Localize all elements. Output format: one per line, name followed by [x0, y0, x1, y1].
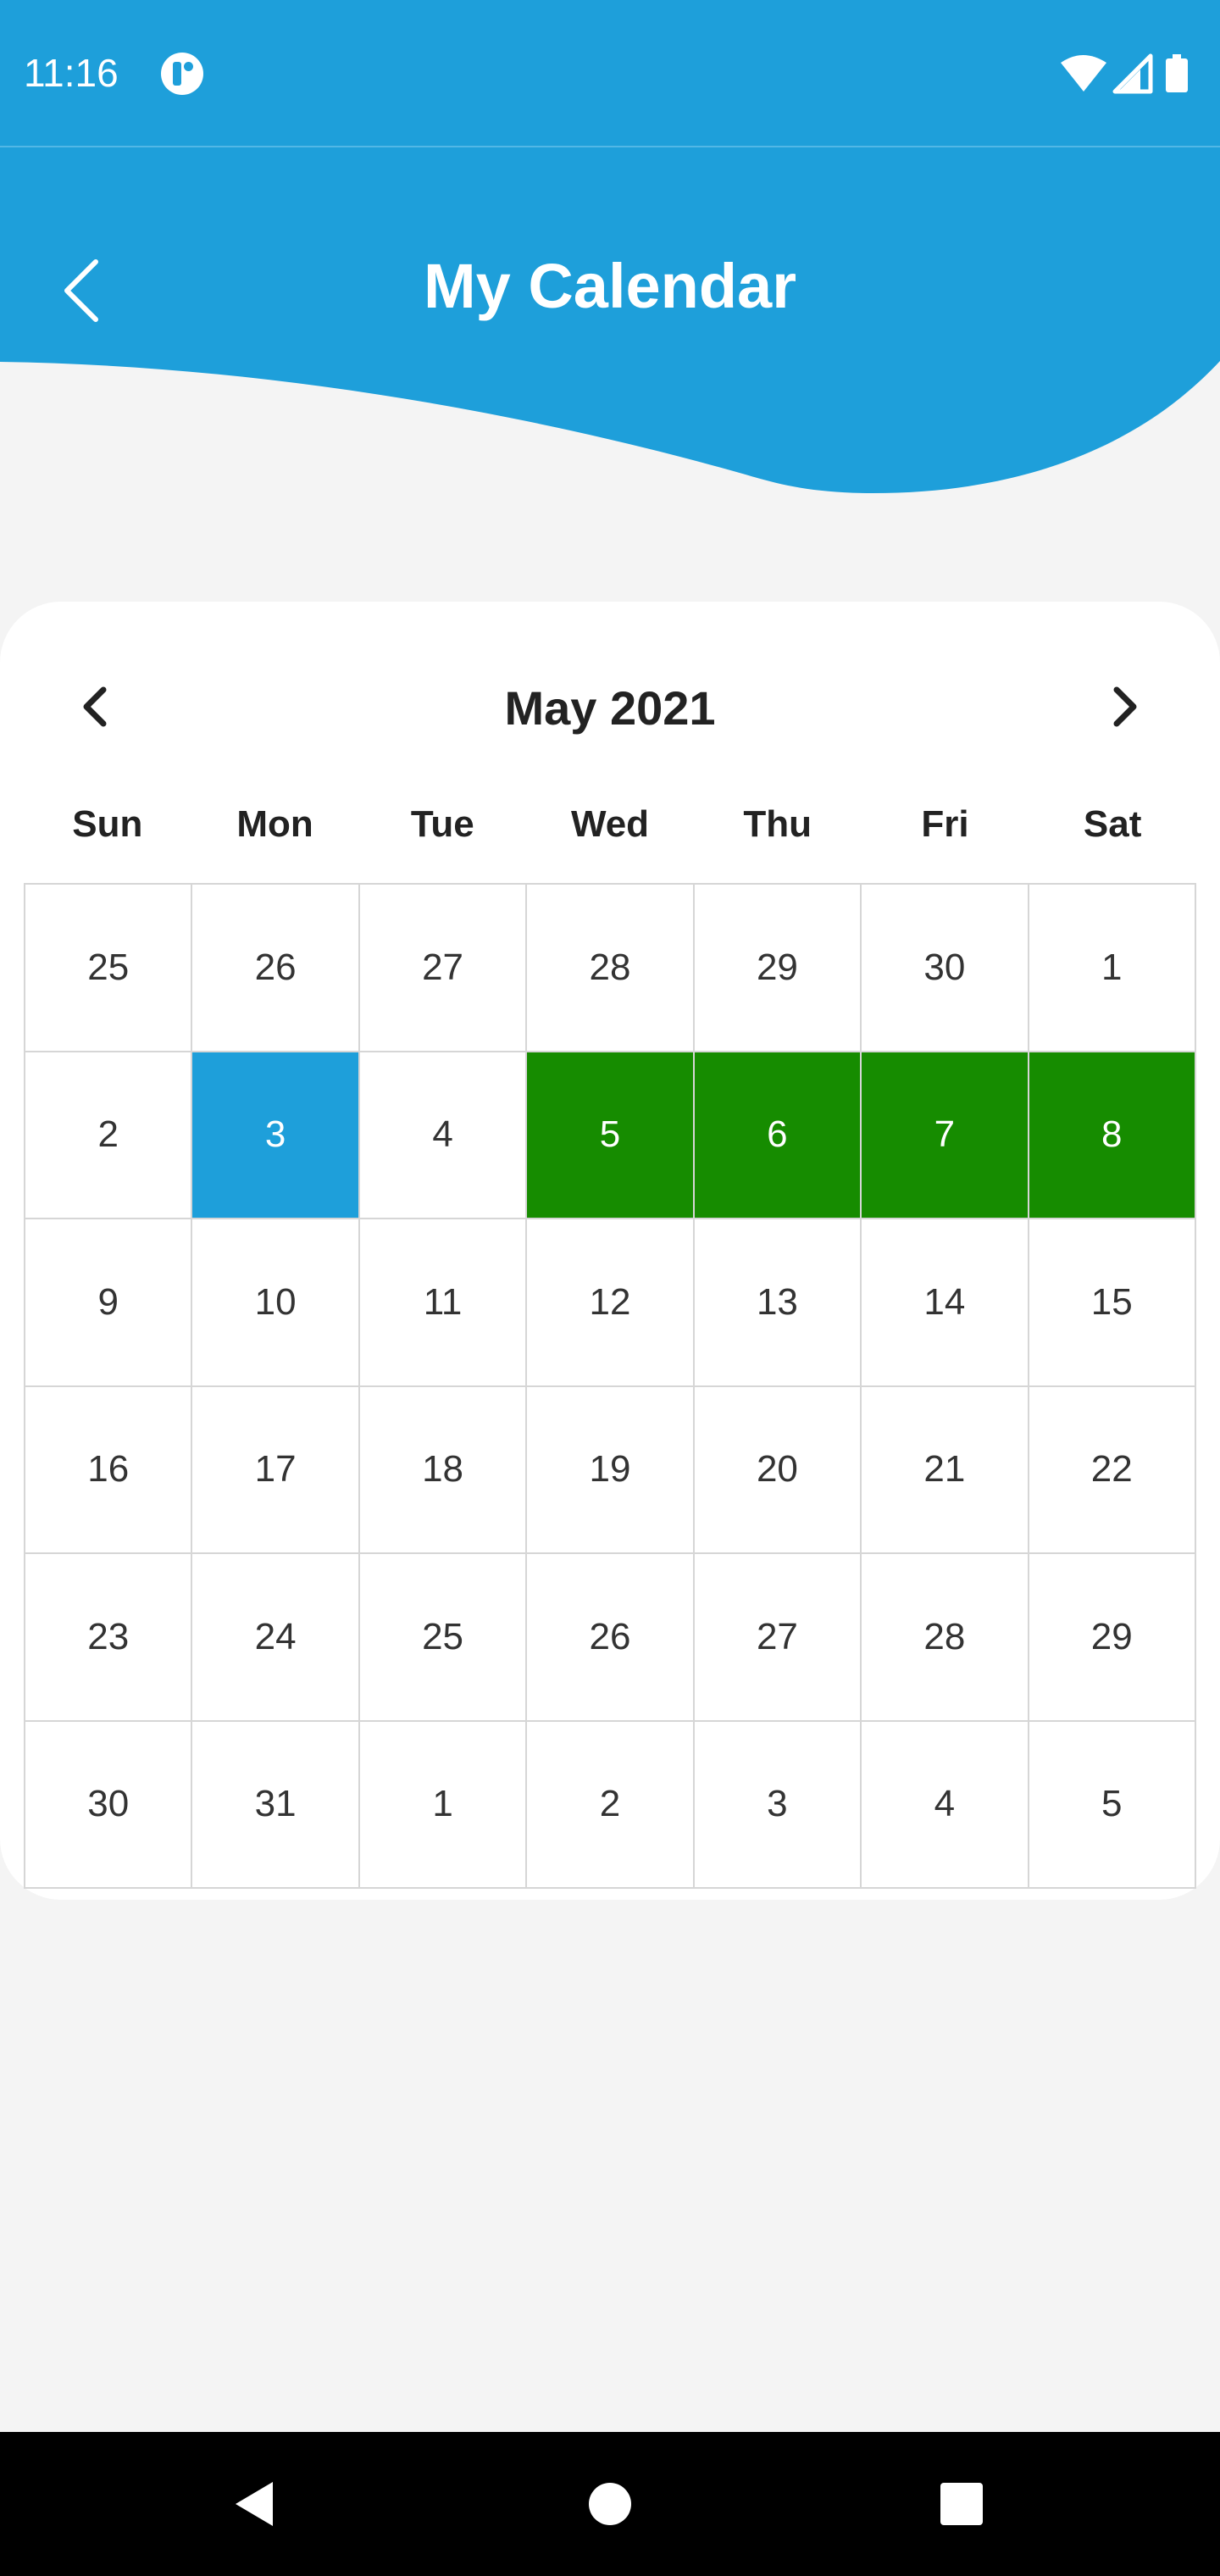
calendar-day[interactable]: 13 [694, 1219, 862, 1387]
calendar-day[interactable]: 28 [527, 885, 695, 1052]
calendar-day[interactable]: 5 [1029, 1721, 1196, 1889]
weekday-label: Thu [743, 803, 812, 845]
weekday-label: Sun [72, 803, 143, 845]
calendar-day-booked[interactable]: 8 [1029, 1052, 1196, 1219]
calendar-day[interactable]: 27 [694, 1554, 862, 1722]
month-navigation: May 2021 [0, 656, 1220, 758]
calendar-day[interactable]: 4 [359, 1052, 528, 1219]
calendar-day[interactable]: 25 [25, 885, 193, 1052]
calendar-card: May 2021 Sun Mon Tue Wed Thu Fri Sat 25 2… [0, 602, 1220, 1900]
calendar-day[interactable]: 26 [192, 885, 360, 1052]
weekday-label: Fri [921, 803, 969, 845]
status-icons [1059, 51, 1203, 98]
calendar-day[interactable]: 14 [862, 1219, 1029, 1387]
calendar-day-booked[interactable]: 5 [527, 1052, 695, 1219]
calendar-day[interactable]: 12 [527, 1219, 695, 1387]
status-bar: 11:16 [0, 0, 1220, 146]
cellular-signal-icon [1112, 53, 1153, 94]
calendar-day[interactable]: 19 [527, 1386, 695, 1554]
calendar-day[interactable]: 29 [1029, 1554, 1196, 1722]
calendar-day[interactable]: 4 [862, 1721, 1029, 1889]
month-label: May 2021 [504, 681, 716, 735]
weekday-header: Sun Mon Tue Wed Thu Fri Sat [24, 786, 1196, 863]
status-time: 11:16 [24, 51, 119, 95]
calendar-day[interactable]: 21 [862, 1386, 1029, 1554]
header: My Calendar [0, 146, 1220, 502]
calendar-day[interactable]: 17 [192, 1386, 360, 1554]
weekday-label: Wed [570, 803, 650, 845]
system-recents-button[interactable] [923, 2466, 1000, 2542]
weekday-label: Mon [236, 803, 313, 845]
calendar-day[interactable]: 1 [359, 1721, 528, 1889]
recents-square-icon [940, 2483, 983, 2525]
weekday-label: Sat [1083, 803, 1142, 845]
calendar-day[interactable]: 26 [527, 1554, 695, 1722]
battery-icon [1166, 54, 1188, 92]
calendar-day[interactable]: 10 [192, 1219, 360, 1387]
page-title: My Calendar [423, 251, 797, 321]
calendar-day[interactable]: 30 [862, 885, 1029, 1052]
system-navigation-bar [0, 2432, 1220, 2576]
calendar-day[interactable]: 28 [862, 1554, 1029, 1722]
chevron-right-icon [1113, 686, 1137, 727]
calendar-day[interactable]: 15 [1029, 1219, 1196, 1387]
back-triangle-icon [236, 2482, 273, 2526]
calendar-day[interactable]: 29 [694, 885, 862, 1052]
calendar-day[interactable]: 22 [1029, 1386, 1196, 1554]
calendar-day[interactable]: 27 [359, 885, 528, 1052]
calendar-day[interactable]: 16 [25, 1386, 193, 1554]
calendar-day[interactable]: 25 [359, 1554, 528, 1722]
weekday-label: Tue [410, 803, 474, 845]
calendar-day[interactable]: 1 [1029, 885, 1196, 1052]
system-back-button[interactable] [216, 2466, 292, 2542]
calendar-day[interactable]: 9 [25, 1219, 193, 1387]
calendar-day[interactable]: 2 [25, 1052, 193, 1219]
calendar-day[interactable]: 24 [192, 1554, 360, 1722]
calendar-day[interactable]: 11 [359, 1219, 528, 1387]
calendar-day-grid: 25 26 27 28 29 30 1 2 3 4 5 6 7 8 9 10 11 12 13 14 15 16 17 18 1… [24, 883, 1196, 1889]
wifi-icon [1061, 55, 1106, 92]
calendar-day-selected[interactable]: 3 [192, 1052, 360, 1219]
calendar-day[interactable]: 18 [359, 1386, 528, 1554]
calendar-day[interactable]: 30 [25, 1721, 193, 1889]
calendar-day[interactable]: 20 [694, 1386, 862, 1554]
app-notification-icon [161, 53, 203, 95]
calendar-day-booked[interactable]: 6 [694, 1052, 862, 1219]
calendar-day[interactable]: 2 [527, 1721, 695, 1889]
next-month-button[interactable] [1083, 664, 1167, 749]
calendar-day-booked[interactable]: 7 [862, 1052, 1029, 1219]
home-circle-icon [589, 2483, 631, 2525]
system-home-button[interactable] [572, 2466, 648, 2542]
calendar-day[interactable]: 3 [694, 1721, 862, 1889]
calendar-day[interactable]: 31 [192, 1721, 360, 1889]
calendar-day[interactable]: 23 [25, 1554, 193, 1722]
